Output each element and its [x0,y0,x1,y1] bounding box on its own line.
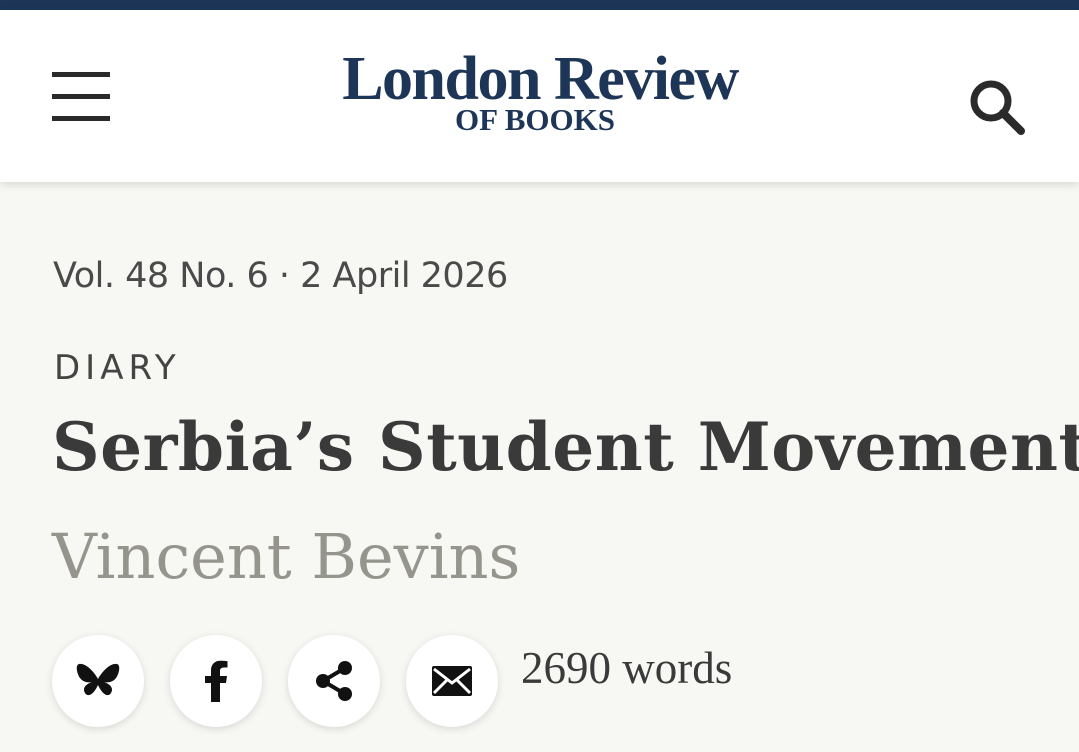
search-icon [970,80,1025,135]
email-icon [432,666,472,696]
top-accent-strip [0,0,1079,10]
site-header: London Review OF BOOKS [0,10,1079,182]
facebook-icon [205,660,228,702]
article-category[interactable]: DIARY [54,348,181,388]
logo-main-text: London Review [342,45,739,113]
share-email-button[interactable] [406,635,498,727]
share-bluesky-button[interactable] [52,635,144,727]
bluesky-icon [76,663,120,696]
site-logo[interactable]: London Review OF BOOKS [300,45,780,135]
word-count: 2690 words [521,643,733,693]
issue-meta[interactable]: Vol. 48 No. 6 · 2 April 2026 [53,256,508,296]
share-icon [316,661,352,701]
article-title: Serbia’s Student Movement [52,408,1079,486]
share-buttons [52,635,512,727]
article-author[interactable]: Vincent Bevins [52,520,520,593]
menu-button[interactable] [50,72,112,122]
share-facebook-button[interactable] [170,635,262,727]
share-generic-button[interactable] [288,635,380,727]
search-button[interactable] [966,76,1028,138]
